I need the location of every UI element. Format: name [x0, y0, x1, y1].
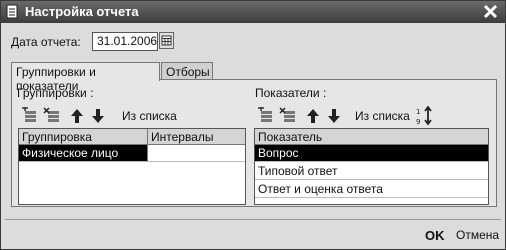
footer-divider — [5, 219, 501, 220]
document-icon — [6, 4, 18, 19]
indicator-row[interactable]: Ответ и оценка ответа — [255, 181, 488, 198]
report-date-label: Дата отчета: — [11, 35, 81, 49]
tab-groupings-indicators[interactable]: Группировки и показатели — [11, 62, 160, 93]
title-bar: Настройка отчета — [1, 1, 505, 23]
indicators-from-list-button[interactable]: Из списка — [355, 109, 410, 123]
ok-button[interactable]: OK — [425, 228, 445, 243]
grouping-interval-cell[interactable] — [148, 145, 245, 162]
arrow-up-icon[interactable] — [68, 107, 86, 125]
indicators-label: Показатели : — [255, 86, 327, 100]
report-date-field[interactable]: 31.01.2006 — [92, 32, 158, 51]
column-header-intervals[interactable]: Интервалы — [148, 129, 245, 145]
column-header-grouping[interactable]: Группировка — [19, 129, 148, 145]
window-title: Настройка отчета — [25, 4, 139, 19]
delete-indicator-icon[interactable] — [279, 107, 297, 125]
grouping-name-cell[interactable]: Физическое лицо — [19, 145, 148, 162]
cancel-button[interactable]: Отмена — [456, 228, 499, 242]
column-header-indicator[interactable]: Показатель — [255, 129, 488, 145]
sort-icon[interactable]: 1 9 — [415, 106, 435, 126]
add-indicator-icon[interactable] — [257, 107, 275, 125]
groupings-from-list-button[interactable]: Из списка — [122, 109, 177, 123]
arrow-down-icon[interactable] — [89, 107, 107, 125]
indicator-row[interactable]: Вопрос — [255, 145, 488, 162]
delete-grouping-icon[interactable] — [43, 107, 61, 125]
indicator-row[interactable]: Типовой ответ — [255, 163, 488, 180]
arrow-up-icon[interactable] — [304, 107, 322, 125]
svg-text:1: 1 — [416, 108, 420, 116]
calendar-icon[interactable] — [159, 32, 174, 49]
svg-text:9: 9 — [416, 118, 420, 126]
indicators-table[interactable]: Показатель Вопрос Типовой ответ Ответ и … — [254, 128, 489, 205]
tab-filters[interactable]: Отборы — [161, 62, 213, 80]
tab-label: Отборы — [166, 65, 210, 79]
arrow-down-icon[interactable] — [325, 107, 343, 125]
groupings-table[interactable]: Группировка Интервалы Физическое лицо — [18, 128, 246, 205]
report-settings-dialog: Настройка отчета Дата отчета: 31.01.2006… — [0, 0, 506, 250]
close-icon[interactable] — [482, 3, 499, 20]
add-grouping-icon[interactable] — [21, 107, 39, 125]
